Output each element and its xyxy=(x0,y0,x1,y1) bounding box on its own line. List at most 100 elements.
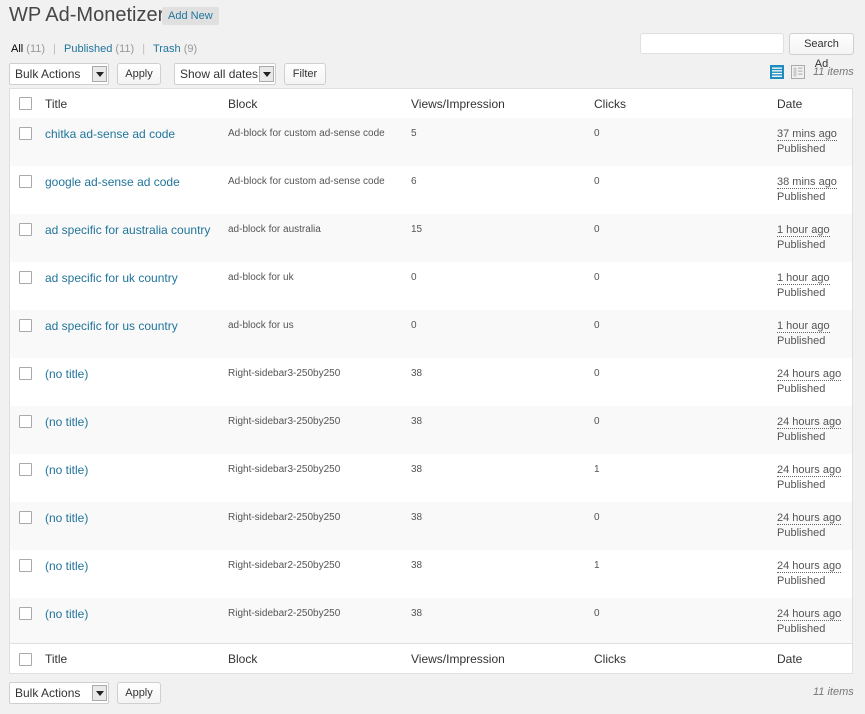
ad-date-relative: 24 hours ago xyxy=(777,560,842,573)
ad-title-link[interactable]: google ad-sense ad code xyxy=(45,175,180,189)
list-view-icon[interactable] xyxy=(770,65,784,79)
row-checkbox[interactable] xyxy=(19,367,32,380)
ad-title-link[interactable]: (no title) xyxy=(45,559,88,573)
filter-trash-count: (9) xyxy=(183,43,198,55)
ad-date-relative: 38 mins ago xyxy=(777,176,837,189)
table-row: (no title) Right-sidebar2-250by250 38 0 24 h… xyxy=(10,502,852,550)
column-date[interactable]: Date xyxy=(777,652,802,666)
filter-button[interactable]: Filter xyxy=(284,63,326,85)
search-button[interactable]: Search Ad xyxy=(789,33,854,70)
ad-date-relative: 1 hour ago xyxy=(777,224,830,237)
ad-views: 38 xyxy=(411,368,423,379)
filter-published-count: (11) xyxy=(115,43,135,55)
items-count-bottom: 11 items xyxy=(813,686,854,698)
ad-date-relative: 37 mins ago xyxy=(777,128,837,141)
ad-clicks: 0 xyxy=(594,416,600,427)
ad-views: 0 xyxy=(411,272,417,283)
ad-status: Published xyxy=(777,527,826,539)
bulk-actions-value: Bulk Actions xyxy=(15,686,81,700)
ad-title-link[interactable]: ad specific for australia country xyxy=(45,223,210,237)
ad-date: 1 hour ago Published xyxy=(777,223,830,253)
ad-title-link[interactable]: (no title) xyxy=(45,511,88,525)
apply-button-bottom[interactable]: Apply xyxy=(117,682,161,704)
row-checkbox[interactable] xyxy=(19,559,32,572)
table-header: Title Block Views/Impression Clicks Date xyxy=(10,89,852,119)
row-checkbox[interactable] xyxy=(19,319,32,332)
ad-status: Published xyxy=(777,623,826,635)
ad-date: 24 hours ago Published xyxy=(777,607,842,637)
ad-title-link[interactable]: (no title) xyxy=(45,463,88,477)
column-date[interactable]: Date xyxy=(777,97,802,111)
ad-title-link[interactable]: (no title) xyxy=(45,415,88,429)
ad-date-relative: 1 hour ago xyxy=(777,320,830,333)
ad-clicks: 1 xyxy=(594,464,600,475)
filter-trash-link[interactable]: Trash xyxy=(153,43,181,55)
dates-select[interactable]: Show all dates xyxy=(174,63,276,85)
bulk-actions-select-bottom[interactable]: Bulk Actions xyxy=(9,682,109,704)
select-all-checkbox-footer[interactable] xyxy=(19,653,32,666)
ad-block: ad-block for uk xyxy=(228,272,294,283)
search-input[interactable] xyxy=(640,33,784,54)
ad-block: Right-sidebar3-250by250 xyxy=(228,416,341,427)
ad-title-link[interactable]: chitka ad-sense ad code xyxy=(45,127,175,141)
table-row: google ad-sense ad code Ad-block for cust… xyxy=(10,166,852,214)
row-checkbox[interactable] xyxy=(19,415,32,428)
column-clicks: Clicks xyxy=(594,652,626,666)
ad-block: ad-block for australia xyxy=(228,224,321,235)
column-block: Block xyxy=(228,652,258,666)
column-block: Block xyxy=(228,97,258,111)
row-checkbox[interactable] xyxy=(19,607,32,620)
ad-block: Right-sidebar2-250by250 xyxy=(228,608,341,619)
table-row: chitka ad-sense ad code Ad-block for cust… xyxy=(10,118,852,166)
table-footer: Title Block Views/Impression Clicks Date xyxy=(10,643,852,673)
ad-views: 15 xyxy=(411,224,423,235)
ad-date: 38 mins ago Published xyxy=(777,175,837,205)
table-row: (no title) Right-sidebar2-250by250 38 0 24 h… xyxy=(10,598,852,646)
ad-block: Right-sidebar2-250by250 xyxy=(228,560,341,571)
add-new-button[interactable]: Add New xyxy=(162,7,219,25)
row-checkbox[interactable] xyxy=(19,127,32,140)
excerpt-view-icon[interactable] xyxy=(791,65,805,79)
ad-date-relative: 24 hours ago xyxy=(777,416,842,429)
ad-title-link[interactable]: ad specific for uk country xyxy=(45,271,178,285)
ad-status: Published xyxy=(777,383,826,395)
bulk-actions-select[interactable]: Bulk Actions xyxy=(9,63,109,85)
ad-date: 24 hours ago Published xyxy=(777,559,842,589)
row-checkbox[interactable] xyxy=(19,175,32,188)
chevron-down-icon xyxy=(92,66,107,82)
items-count-top: 11 items xyxy=(813,66,854,78)
ad-clicks: 0 xyxy=(594,176,600,187)
ad-title-link[interactable]: (no title) xyxy=(45,367,88,381)
row-checkbox[interactable] xyxy=(19,271,32,284)
column-title[interactable]: Title xyxy=(45,652,67,666)
select-all-checkbox[interactable] xyxy=(19,97,32,110)
ad-title-link[interactable]: (no title) xyxy=(45,607,88,621)
table-row: ad specific for uk country ad-block for u… xyxy=(10,262,852,310)
column-title[interactable]: Title xyxy=(45,97,67,111)
column-views: Views/Impression xyxy=(411,652,505,666)
ad-title-link[interactable]: ad specific for us country xyxy=(45,319,178,333)
ad-status: Published xyxy=(777,143,826,155)
ad-clicks: 1 xyxy=(594,560,600,571)
ad-status: Published xyxy=(777,335,826,347)
ad-block: Right-sidebar2-250by250 xyxy=(228,512,341,523)
ad-clicks: 0 xyxy=(594,512,600,523)
apply-button[interactable]: Apply xyxy=(117,63,161,85)
ad-clicks: 0 xyxy=(594,608,600,619)
filter-published-link[interactable]: Published xyxy=(64,43,112,55)
ad-date-relative: 24 hours ago xyxy=(777,368,842,381)
dates-value: Show all dates xyxy=(180,67,259,81)
ad-date: 1 hour ago Published xyxy=(777,271,830,301)
ad-block: Ad-block for custom ad-sense code xyxy=(228,176,385,187)
ad-views: 6 xyxy=(411,176,417,187)
ad-status: Published xyxy=(777,479,826,491)
ad-date: 24 hours ago Published xyxy=(777,415,842,445)
table-row: ad specific for us country ad-block for u… xyxy=(10,310,852,358)
row-checkbox[interactable] xyxy=(19,463,32,476)
filter-all-link[interactable]: All xyxy=(11,43,23,55)
row-checkbox[interactable] xyxy=(19,223,32,236)
ad-status: Published xyxy=(777,191,826,203)
row-checkbox[interactable] xyxy=(19,511,32,524)
filter-all-count: (11) xyxy=(26,43,46,55)
ad-date: 24 hours ago Published xyxy=(777,463,842,493)
